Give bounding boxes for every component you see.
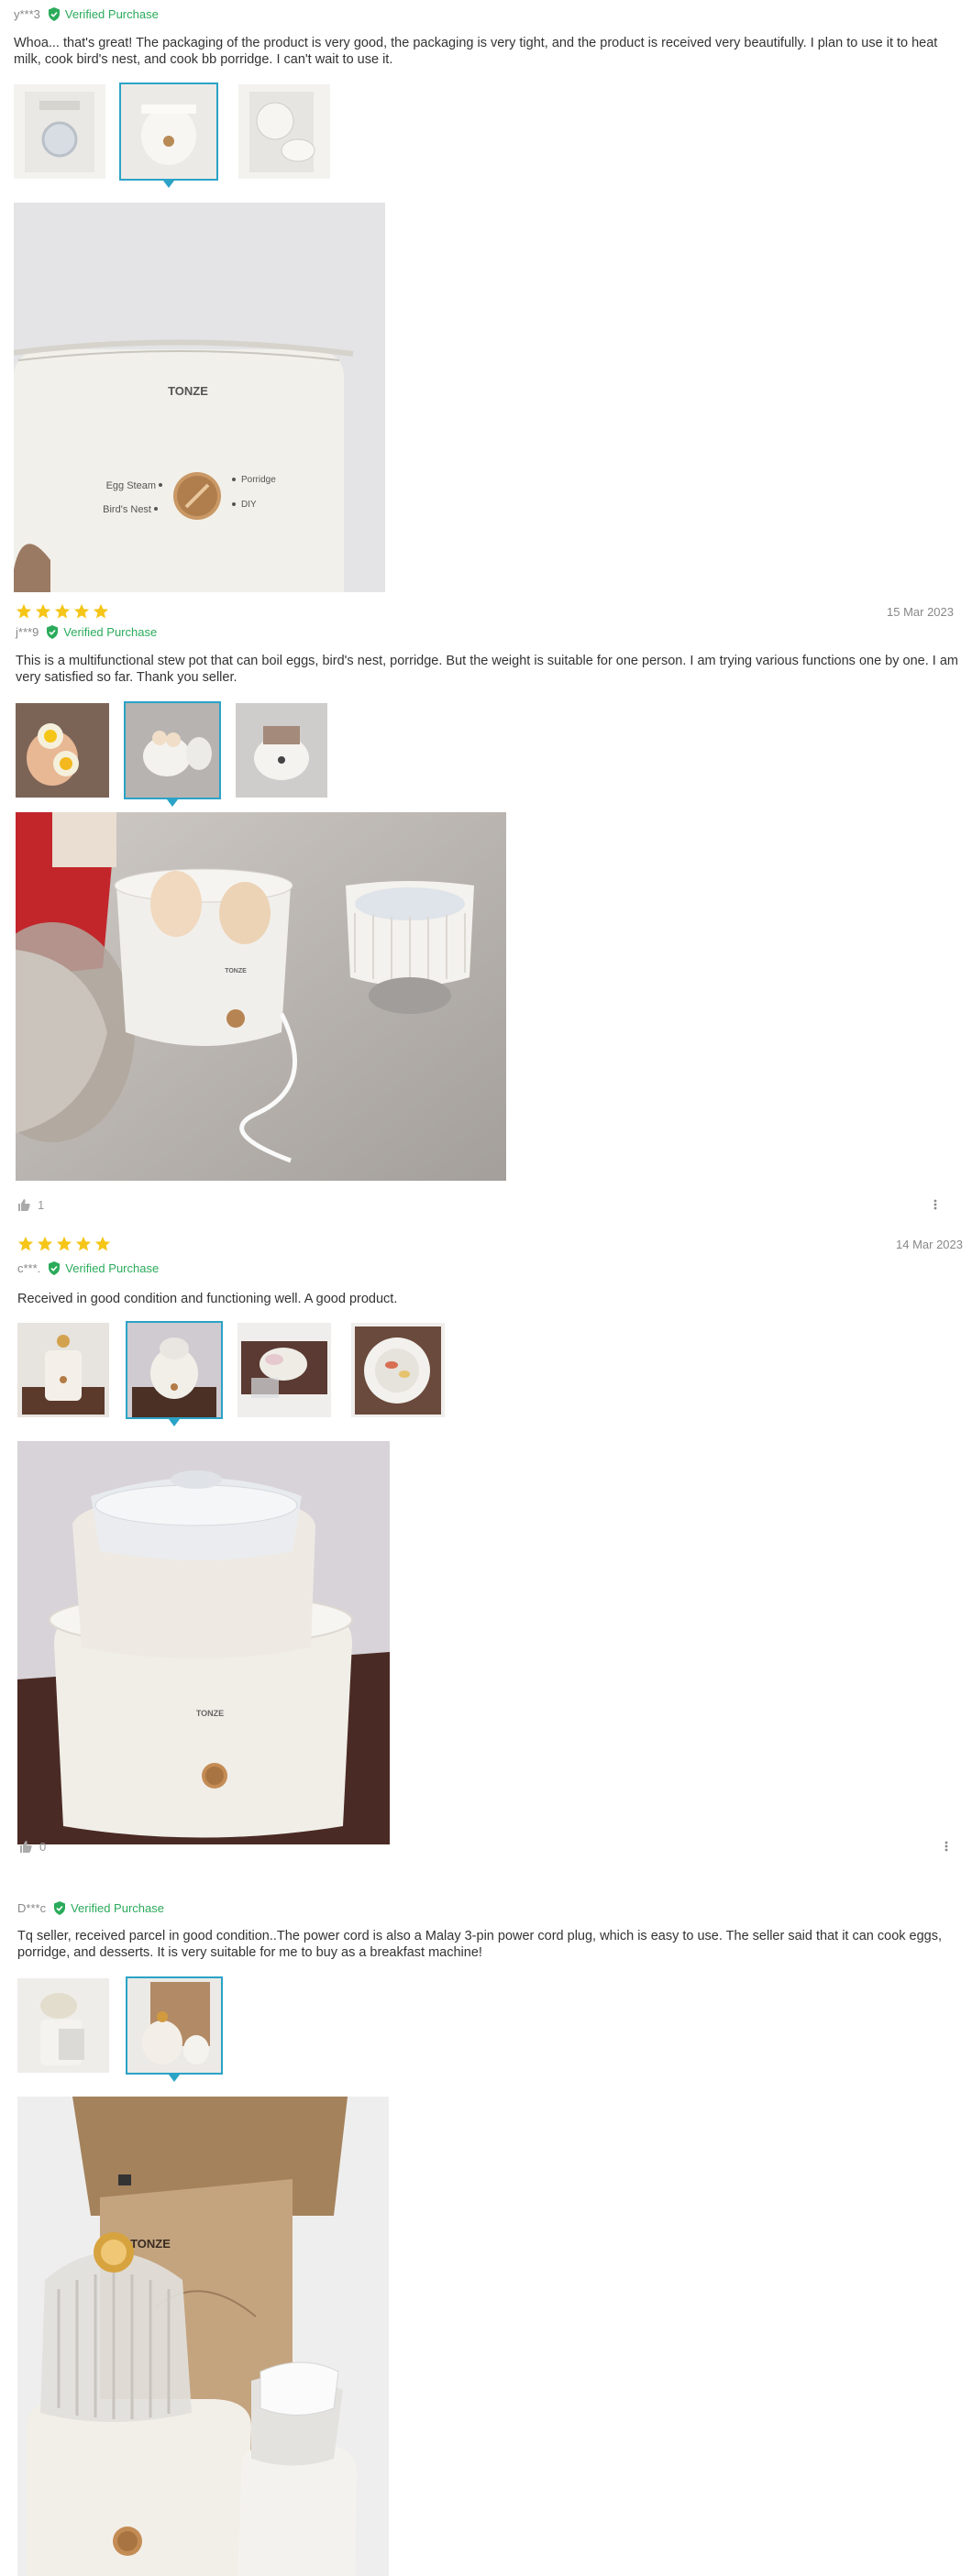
product-photo: TONZE: [16, 812, 506, 1181]
photo-label: Bird's Nest: [103, 504, 151, 515]
selected-indicator: [169, 2075, 180, 2082]
photo-label: Egg Steam: [106, 480, 156, 491]
helpful-button[interactable]: 0: [19, 1840, 46, 1854]
star-icon: [56, 1236, 72, 1251]
star-icon: [75, 1236, 92, 1251]
thumbnail-photo: [14, 84, 105, 179]
verified-label: Verified Purchase: [63, 624, 158, 639]
reviewer-row: y***3 Verified Purchase: [14, 5, 159, 23]
review-text: Tq seller, received parcel in good condi…: [17, 1929, 943, 1960]
thumbnail-photo: [16, 703, 109, 798]
reviewer-row: c***. Verified Purchase: [17, 1259, 159, 1277]
selected-indicator: [167, 799, 178, 807]
more-vertical-icon: [933, 1199, 937, 1210]
reviewer-name: y***3: [14, 6, 40, 21]
thumbnail-photo: [17, 1323, 109, 1417]
review-thumbnail[interactable]: [17, 1978, 109, 2073]
review-photo[interactable]: TONZE: [17, 2097, 389, 2576]
more-options-button[interactable]: [944, 1841, 948, 1852]
review-thumbnail[interactable]: [17, 1323, 109, 1417]
thumbnail-photo: [127, 1978, 221, 2073]
star-icon: [37, 1236, 53, 1251]
more-vertical-icon: [944, 1841, 948, 1852]
product-photo: TONZE: [17, 1441, 390, 1844]
more-options-button[interactable]: [933, 1199, 937, 1210]
review-thumbnail[interactable]: [351, 1323, 445, 1417]
review-card: y***3 Verified Purchase Whoa... that's g…: [0, 0, 972, 605]
star-icon: [94, 1236, 111, 1251]
star-icon: [17, 1236, 34, 1251]
photo-label: Porridge: [241, 475, 276, 485]
rating-stars: [16, 603, 112, 620]
review-thumbnail-selected[interactable]: [119, 83, 218, 181]
reviewer-name: j***9: [16, 624, 39, 639]
review-thumbnail[interactable]: [14, 84, 105, 179]
reviewer-name: D***c: [17, 1900, 47, 1915]
thumbnail-photo: [17, 1978, 109, 2073]
product-brand: TONZE: [130, 2237, 171, 2251]
review-text: This is a multifunctional stew pot that …: [16, 654, 958, 685]
review-date: 15 Mar 2023: [887, 605, 954, 619]
verified-badge: Verified Purchase: [46, 624, 158, 639]
thumbnail-photo: [237, 1323, 331, 1417]
reviewer-name: c***.: [17, 1260, 41, 1275]
helpful-count: 0: [39, 1840, 47, 1854]
thumbnail-photo: [127, 1323, 221, 1417]
verified-badge: Verified Purchase: [53, 1900, 164, 1915]
selected-indicator: [169, 1419, 180, 1426]
review-thumbnail[interactable]: [236, 703, 327, 798]
review-thumbnail-selected[interactable]: [126, 1321, 223, 1419]
thumbs-up-icon: [20, 1841, 32, 1853]
review-thumbnail[interactable]: [238, 84, 330, 179]
verified-badge: Verified Purchase: [48, 1260, 160, 1275]
review-text: Whoa... that's great! The packaging of t…: [14, 36, 938, 67]
reviewer-row: D***c Verified Purchase: [17, 1899, 164, 1917]
review-photo[interactable]: TONZE: [16, 812, 506, 1181]
review-thumbnail[interactable]: [237, 1323, 331, 1417]
review-card: 15 Mar 2023 j***9 Verified Purchase This…: [0, 596, 972, 1228]
star-icon: [93, 603, 109, 619]
product-photo: TONZE: [17, 2097, 389, 2576]
thumbnail-photo: [351, 1323, 445, 1417]
review-thumbnail[interactable]: [16, 703, 109, 798]
photo-label: DIY: [241, 500, 257, 510]
star-icon: [35, 603, 51, 619]
star-icon: [16, 603, 32, 619]
star-icon: [54, 603, 71, 619]
verified-label: Verified Purchase: [71, 1900, 164, 1915]
verified-label: Verified Purchase: [64, 6, 159, 21]
review-photo[interactable]: TONZE: [17, 1441, 390, 1844]
review-thumbnail-selected[interactable]: [124, 701, 221, 799]
review-thumbnail-selected[interactable]: [126, 1976, 223, 2075]
thumbnail-photo: [236, 703, 327, 798]
product-brand: TONZE: [225, 968, 247, 974]
product-photo: TONZE Egg Steam Bird's Nest Porridge DIY: [14, 203, 385, 592]
rating-stars: [17, 1236, 114, 1252]
verified-label: Verified Purchase: [65, 1260, 160, 1275]
review-date: 14 Mar 2023: [896, 1238, 963, 1251]
verified-shield-icon: [47, 624, 59, 639]
helpful-count: 1: [38, 1198, 45, 1212]
review-text: Received in good condition and functioni…: [17, 1292, 398, 1306]
thumbnail-photo: [238, 84, 330, 179]
thumbnail-photo: [126, 703, 219, 798]
product-brand: TONZE: [196, 1709, 224, 1718]
verified-shield-icon: [49, 1260, 61, 1275]
review-photo[interactable]: TONZE Egg Steam Bird's Nest Porridge DIY: [14, 203, 385, 592]
verified-badge: Verified Purchase: [48, 6, 159, 21]
verified-shield-icon: [54, 1900, 66, 1915]
review-card: 14 Mar 2023 c***. Verified Purchase Rece…: [0, 1228, 972, 1870]
selected-indicator: [163, 181, 174, 188]
star-icon: [73, 603, 90, 619]
product-brand: TONZE: [168, 384, 208, 398]
helpful-button[interactable]: 1: [17, 1198, 44, 1212]
thumbnail-photo: [121, 84, 216, 179]
review-card: D***c Verified Purchase Tq seller, recei…: [0, 1893, 972, 2576]
reviewer-row: j***9 Verified Purchase: [16, 622, 157, 641]
verified-shield-icon: [48, 6, 60, 21]
thumbs-up-icon: [18, 1199, 30, 1211]
